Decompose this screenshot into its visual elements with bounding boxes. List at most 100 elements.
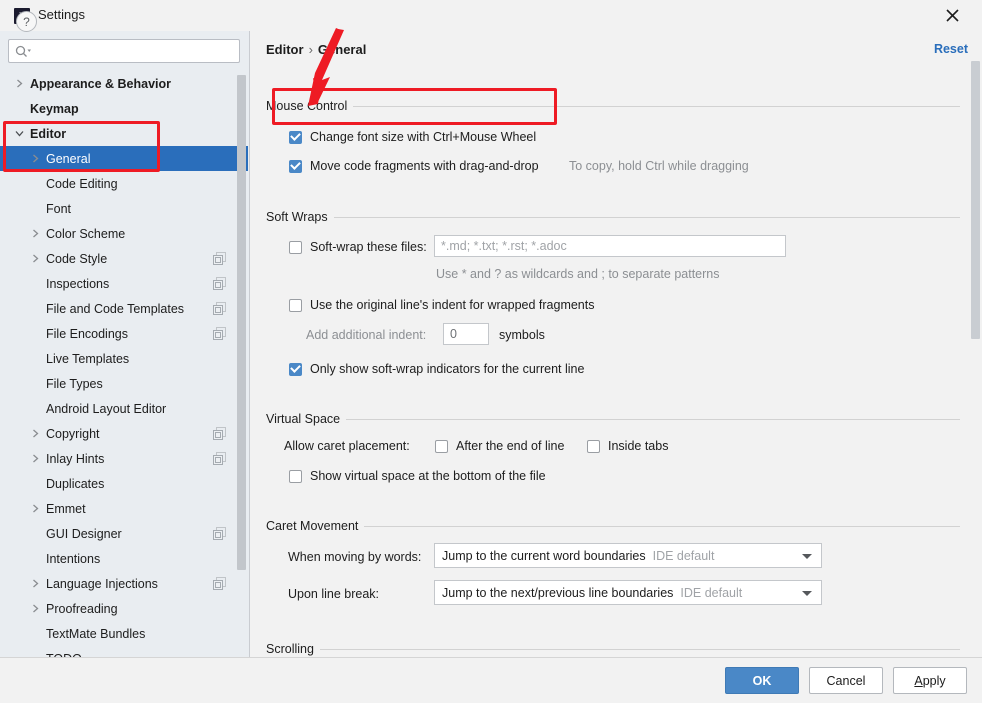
sidebar-item-live-templates[interactable]: Live Templates [0,346,248,371]
sidebar-item-emmet[interactable]: Emmet [0,496,248,521]
copy-settings-icon[interactable] [213,327,226,340]
upon-line-break-sub: IDE default [680,585,743,600]
apply-button-label-rest: pply [922,673,946,688]
chevron-down-icon[interactable] [14,128,25,139]
sidebar-item-copyright[interactable]: Copyright [0,421,248,446]
sidebar-item-general[interactable]: General [0,146,248,171]
chevron-right-icon[interactable] [30,228,41,239]
sidebar-item-file-encodings[interactable]: File Encodings [0,321,248,346]
when-moving-by-words-dropdown[interactable]: Jump to the current word boundaries IDE … [434,543,822,568]
sidebar-item-keymap[interactable]: Keymap [0,96,248,121]
chevron-right-icon[interactable] [30,253,41,264]
sidebar-scrollbar[interactable] [237,31,248,657]
sidebar-item-label: Editor [30,126,67,141]
change-font-size-label: Change font size with Ctrl+Mouse Wheel [310,130,537,144]
copy-settings-icon[interactable] [213,252,226,265]
apply-button[interactable]: Apply [893,667,967,694]
chevron-right-icon[interactable] [30,578,41,589]
sidebar-item-color-scheme[interactable]: Color Scheme [0,221,248,246]
copy-settings-icon[interactable] [213,452,226,465]
sidebar-item-gui-designer[interactable]: GUI Designer [0,521,248,546]
sidebar-item-language-injections[interactable]: Language Injections [0,571,248,596]
after-end-of-line-checkbox[interactable] [435,439,448,453]
sidebar-item-label: Emmet [46,501,86,516]
reset-link[interactable]: Reset [934,42,968,56]
sidebar-item-inlay-hints[interactable]: Inlay Hints [0,446,248,471]
sidebar-item-label: File Types [46,376,103,391]
sidebar-item-editor[interactable]: Editor [0,121,248,146]
sidebar-scrollbar-thumb[interactable] [237,75,246,570]
additional-indent-input[interactable] [443,323,489,345]
chevron-right-icon[interactable] [30,453,41,464]
copy-settings-icon[interactable] [213,277,226,290]
sidebar-item-file-and-code-templates[interactable]: File and Code Templates [0,296,248,321]
option-original-indent[interactable]: Use the original line's indent for wrapp… [289,298,595,312]
sidebar-item-label: GUI Designer [46,526,122,541]
sidebar-item-textmate-bundles[interactable]: TextMate Bundles [0,621,248,646]
option-move-code-fragments[interactable]: Move code fragments with drag-and-drop [289,159,539,173]
chevron-right-icon[interactable] [14,78,25,89]
copy-settings-icon[interactable] [213,527,226,540]
breadcrumb: Editor › General [266,42,366,57]
upon-line-break-dropdown[interactable]: Jump to the next/previous line boundarie… [434,580,822,605]
show-virtual-space-checkbox[interactable] [289,469,302,483]
sidebar-item-label: Color Scheme [46,226,126,241]
search-input[interactable] [35,40,235,62]
sidebar-item-android-layout-editor[interactable]: Android Layout Editor [0,396,248,421]
sidebar-item-duplicates[interactable]: Duplicates [0,471,248,496]
search-field[interactable] [8,39,240,63]
allow-caret-placement-label-wrap: Allow caret placement: [284,439,410,453]
chevron-down-icon[interactable] [802,554,812,559]
only-show-indicators-checkbox[interactable] [289,362,302,376]
upon-line-break-label-wrap: Upon line break: [288,587,379,601]
breadcrumb-separator-icon: › [308,42,313,57]
copy-settings-icon[interactable] [213,427,226,440]
sidebar-item-code-editing[interactable]: Code Editing [0,171,248,196]
move-code-fragments-checkbox[interactable] [289,159,302,173]
main-scrollbar-thumb[interactable] [971,61,980,339]
copy-settings-icon[interactable] [213,302,226,315]
soft-wrap-files-checkbox[interactable] [289,240,302,254]
settings-sidebar: Appearance & Behavior Keymap Editor General… [0,31,250,657]
sidebar-item-inspections[interactable]: Inspections [0,271,248,296]
close-icon[interactable] [930,0,974,30]
sidebar-item-label: Live Templates [46,351,130,366]
option-only-show-indicators[interactable]: Only show soft-wrap indicators for the c… [289,362,584,376]
breadcrumb-root[interactable]: Editor [266,42,304,57]
chevron-right-icon[interactable] [30,153,41,164]
additional-indent-units: symbols [499,328,545,342]
help-button[interactable]: ? [16,11,37,32]
chevron-right-icon[interactable] [30,603,41,614]
wildcards-hint-wrap: Use * and ? as wildcards and ; to separa… [436,267,720,281]
wildcards-hint: Use * and ? as wildcards and ; to separa… [436,267,720,281]
chevron-right-icon[interactable] [30,428,41,439]
apply-button-mnemonic: A [914,673,923,688]
inside-tabs-label: Inside tabs [608,439,669,453]
option-soft-wrap-files[interactable]: Soft-wrap these files: [289,240,427,254]
change-font-size-checkbox[interactable] [289,130,302,144]
allow-caret-placement-label: Allow caret placement: [284,439,410,453]
settings-tree: Appearance & Behavior Keymap Editor General… [0,71,248,657]
ok-button[interactable]: OK [725,667,799,694]
chevron-down-icon[interactable] [802,591,812,596]
chevron-right-icon[interactable] [30,503,41,514]
option-after-end-of-line[interactable]: After the end of line [435,439,564,453]
soft-wrap-files-input[interactable] [434,235,786,257]
option-change-font-size[interactable]: Change font size with Ctrl+Mouse Wheel [289,130,536,144]
sidebar-item-intentions[interactable]: Intentions [0,546,248,571]
sidebar-item-label: Font [46,201,72,216]
section-rule [266,106,960,107]
option-show-virtual-space[interactable]: Show virtual space at the bottom of the … [289,469,546,483]
cancel-button[interactable]: Cancel [809,667,883,694]
original-indent-checkbox[interactable] [289,298,302,312]
sidebar-item-file-types[interactable]: File Types [0,371,248,396]
sidebar-item-font[interactable]: Font [0,196,248,221]
sidebar-item-todo[interactable]: TODO [0,646,248,658]
sidebar-item-appearance-behavior[interactable]: Appearance & Behavior [0,71,248,96]
sidebar-item-code-style[interactable]: Code Style [0,246,248,271]
sidebar-item-proofreading[interactable]: Proofreading [0,596,248,621]
show-virtual-space-label: Show virtual space at the bottom of the … [310,469,546,483]
option-inside-tabs[interactable]: Inside tabs [587,439,668,453]
inside-tabs-checkbox[interactable] [587,439,600,453]
copy-settings-icon[interactable] [213,577,226,590]
